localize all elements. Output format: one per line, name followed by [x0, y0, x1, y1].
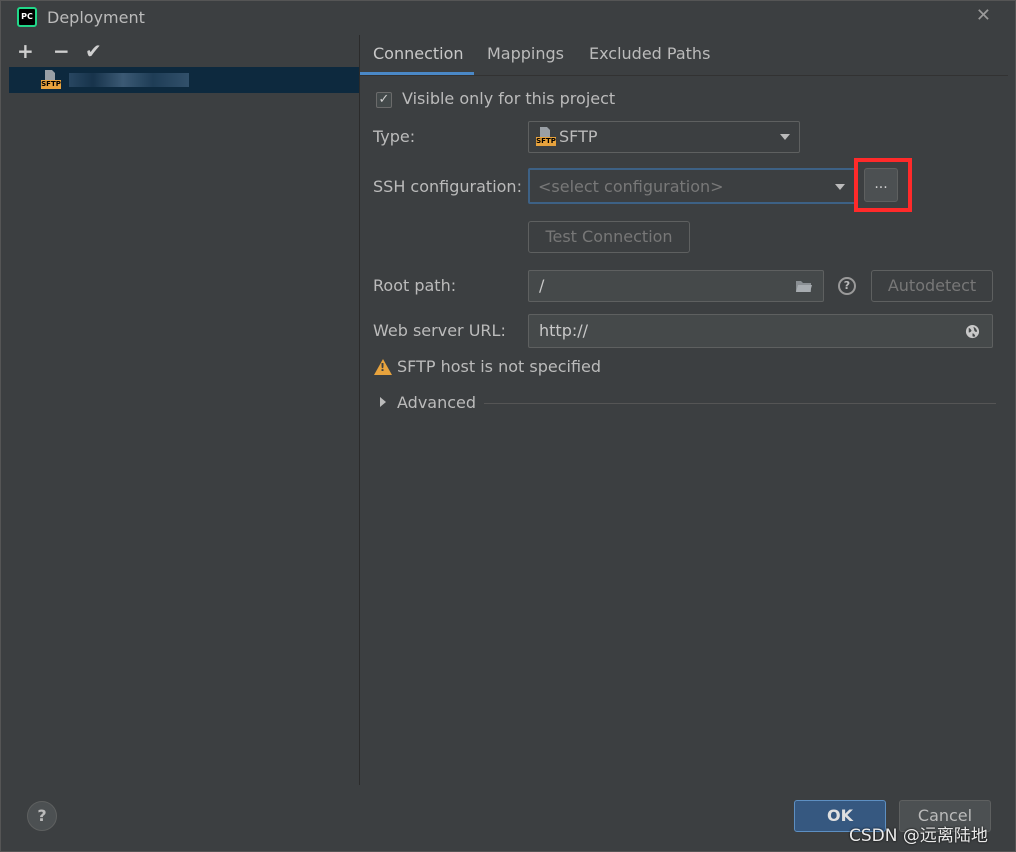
tab-bar: Connection Mappings Excluded Paths: [360, 35, 1008, 76]
watermark: CSDN @远离陆地: [849, 826, 988, 846]
ssh-configuration-label: SSH configuration:: [373, 177, 522, 196]
close-icon[interactable]: ✕: [976, 5, 991, 26]
title-bar: PC Deployment ✕: [1, 1, 1015, 35]
server-list-panel: + − ✔ SFTP: [9, 35, 360, 785]
tab-excluded-paths[interactable]: Excluded Paths: [589, 44, 710, 63]
test-connection-button[interactable]: Test Connection: [528, 221, 690, 253]
root-path-input[interactable]: /: [528, 270, 824, 302]
web-server-url-input[interactable]: http://: [528, 314, 993, 348]
visible-only-label: Visible only for this project: [402, 89, 616, 108]
folder-icon[interactable]: [795, 279, 813, 293]
expand-arrow-icon[interactable]: [380, 397, 386, 407]
visible-only-checkbox[interactable]: ✓: [376, 92, 392, 108]
ssh-browse-button[interactable]: ...: [864, 168, 898, 202]
active-tab-indicator: [360, 72, 474, 75]
remove-server-button[interactable]: −: [53, 39, 70, 63]
help-button[interactable]: ?: [27, 801, 57, 831]
tab-mappings[interactable]: Mappings: [487, 44, 564, 63]
warning-message: SFTP host is not specified: [397, 357, 602, 376]
root-path-label: Root path:: [373, 276, 457, 295]
deployment-dialog: PC Deployment ✕ + − ✔ SFTP Connection Ma…: [0, 0, 1016, 852]
type-label: Type:: [373, 127, 416, 146]
server-list-item[interactable]: SFTP: [9, 67, 359, 93]
chevron-down-icon: [835, 184, 845, 190]
tab-connection[interactable]: Connection: [373, 44, 464, 63]
type-value: SFTP: [559, 127, 598, 146]
server-name-redacted: [69, 73, 189, 87]
web-server-url-value: http://: [539, 321, 589, 340]
set-default-button[interactable]: ✔: [85, 39, 102, 63]
window-title: Deployment: [47, 8, 145, 27]
sftp-type-icon: SFTP: [536, 127, 556, 147]
type-select[interactable]: SFTP SFTP: [528, 121, 800, 153]
pycharm-app-icon: PC: [17, 7, 37, 27]
globe-icon[interactable]: [965, 324, 980, 339]
ssh-configuration-select[interactable]: <select configuration>: [528, 168, 856, 204]
web-server-url-label: Web server URL:: [373, 321, 506, 340]
add-server-button[interactable]: +: [17, 39, 34, 63]
advanced-divider: [484, 403, 996, 404]
root-path-value: /: [539, 276, 545, 295]
warning-icon: !: [374, 359, 392, 375]
autodetect-button[interactable]: Autodetect: [871, 270, 993, 302]
advanced-section-toggle[interactable]: Advanced: [397, 393, 476, 412]
help-icon[interactable]: ?: [838, 277, 856, 295]
server-settings-panel: Connection Mappings Excluded Paths ✓ Vis…: [360, 35, 1008, 785]
sftp-server-icon: SFTP: [41, 70, 61, 90]
ssh-configuration-placeholder: <select configuration>: [538, 177, 724, 196]
chevron-down-icon: [780, 134, 790, 140]
